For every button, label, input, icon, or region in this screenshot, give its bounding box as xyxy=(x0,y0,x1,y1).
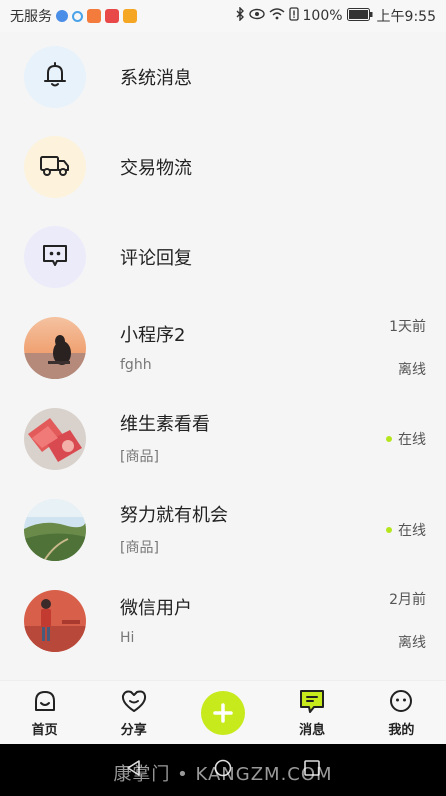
chat-last-message: Hi xyxy=(120,629,135,646)
trade-logistics-item[interactable]: 交易物流 xyxy=(0,122,446,212)
plus-icon xyxy=(200,690,245,735)
tab-profile[interactable]: 我的 xyxy=(371,687,431,738)
system-messages-label: 系统消息 xyxy=(120,68,192,89)
recents-icon[interactable] xyxy=(302,758,322,782)
bottom-tab-bar: 首页 分享 消息 我的 xyxy=(0,680,446,744)
profile-face-icon xyxy=(387,687,415,715)
chat-status: 离线 xyxy=(398,632,426,652)
home-face-icon xyxy=(31,687,59,715)
search-notification-icon xyxy=(72,10,83,22)
avatar xyxy=(24,498,86,561)
status-text: 在线 xyxy=(398,431,426,448)
chat-name: 维生素看看 xyxy=(120,413,210,435)
online-dot-icon xyxy=(386,526,392,533)
status-text: 离线 xyxy=(398,362,426,378)
bluetooth-icon xyxy=(235,6,245,25)
message-icon xyxy=(298,687,326,715)
chat-last-message: [商品] xyxy=(120,539,159,556)
home-icon[interactable] xyxy=(213,758,233,782)
video-notification-icon xyxy=(87,9,101,23)
chat-item[interactable]: 小程序2 fghh 1天前 离线 xyxy=(0,302,446,393)
comment-reply-label: 评论回复 xyxy=(120,248,192,269)
eye-icon xyxy=(248,8,265,24)
truck-icon xyxy=(38,151,72,183)
wifi-icon xyxy=(269,8,285,24)
tab-publish[interactable] xyxy=(193,690,253,735)
system-messages-item[interactable]: 系统消息 xyxy=(0,32,446,122)
chat-item[interactable]: 维生素看看 [商品] 在线 xyxy=(0,393,446,484)
chat-item[interactable]: 微信用户 Hi 2月前 离线 xyxy=(0,575,446,666)
clock-time: 上午9:55 xyxy=(376,9,436,25)
tab-messages-label: 消息 xyxy=(299,723,326,738)
chat-name: 微信用户 xyxy=(120,597,192,619)
trade-logistics-icon-bg xyxy=(24,136,86,198)
tab-profile-label: 我的 xyxy=(388,723,415,738)
online-dot-icon xyxy=(386,435,392,442)
chat-item[interactable]: 努力就有机会 [商品] 在线 xyxy=(0,484,446,575)
system-nav-bar xyxy=(0,744,446,796)
comment-icon xyxy=(39,239,71,275)
chat-status: 离线 xyxy=(398,359,426,379)
status-bar: 无服务 100% 上午9:55 xyxy=(0,0,446,32)
tab-messages[interactable]: 消息 xyxy=(282,687,342,738)
avatar xyxy=(24,407,86,470)
app-orange-notification-icon xyxy=(123,9,137,23)
back-icon[interactable] xyxy=(124,758,144,782)
chat-name: 努力就有机会 xyxy=(120,504,228,526)
comment-reply-item[interactable]: 评论回复 xyxy=(0,212,446,302)
trade-logistics-label: 交易物流 xyxy=(120,158,192,179)
battery-percent: 100% xyxy=(302,8,343,24)
bell-icon xyxy=(39,59,71,95)
tab-share[interactable]: 分享 xyxy=(104,687,164,738)
system-messages-icon-bg xyxy=(24,46,86,108)
sim-alert-icon xyxy=(288,7,299,25)
tab-home-label: 首页 xyxy=(31,723,58,738)
chat-status: 在线 xyxy=(386,520,426,540)
chat-time: 2月前 xyxy=(389,592,426,608)
avatar xyxy=(24,316,86,379)
chat-time: 1天前 xyxy=(389,319,426,335)
app-red-notification-icon xyxy=(105,9,119,23)
battery-icon xyxy=(346,7,373,25)
carrier-text: 无服务 xyxy=(10,9,52,25)
chat-status: 在线 xyxy=(386,429,426,449)
heart-icon xyxy=(120,687,148,715)
status-text: 在线 xyxy=(398,522,426,539)
app-notification-icon xyxy=(56,10,68,22)
chat-last-message: [商品] xyxy=(120,448,159,465)
status-text: 离线 xyxy=(398,635,426,651)
comment-reply-icon-bg xyxy=(24,226,86,288)
message-list: 系统消息 交易物流 评论回复 小程序2 fghh 1天前 离线 维生素看看 [商… xyxy=(0,32,446,666)
tab-share-label: 分享 xyxy=(120,723,147,738)
chat-last-message: fghh xyxy=(120,356,152,373)
avatar xyxy=(24,589,86,652)
tab-home[interactable]: 首页 xyxy=(15,687,75,738)
chat-name: 小程序2 xyxy=(120,324,186,346)
